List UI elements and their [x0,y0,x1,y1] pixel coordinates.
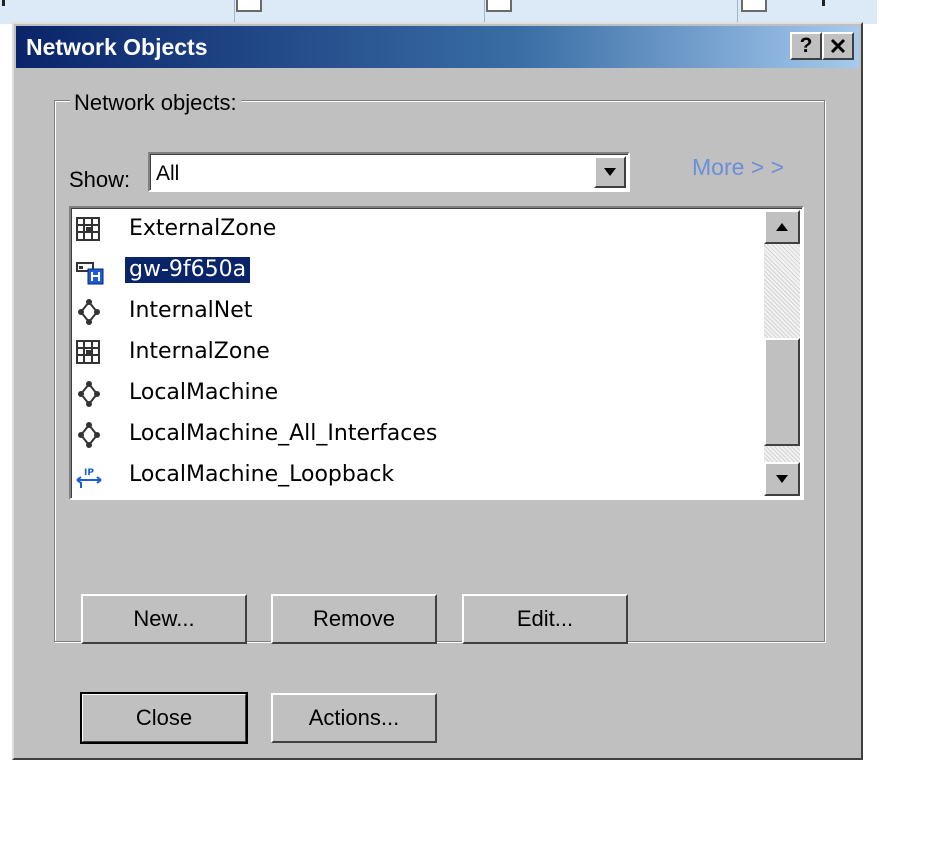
arrow-up-icon [776,223,788,231]
edit-button[interactable]: Edit... [462,594,628,644]
background-separator [234,0,235,22]
list-item-label: InternalNet [129,298,253,323]
chevron-down-icon [604,168,616,176]
background-window-strip [0,0,877,24]
window-title: Network Objects [26,34,208,60]
list-scrollbar[interactable] [764,210,800,496]
network-objects-list[interactable]: ExternalZone gw-9f650a InternalNet Inter… [69,206,804,500]
list-item[interactable]: IP LocalMachine_Loopback [73,458,763,494]
background-marker [2,0,5,6]
zone-icon [76,340,100,364]
dropdown-button[interactable] [594,156,626,188]
list-item-label: LocalMachine_All_Interfaces [129,421,438,446]
remove-button[interactable]: Remove [271,594,437,644]
background-checkbox [236,0,262,12]
background-separator [484,0,485,22]
list-item-label: LocalMachine [129,380,279,405]
more-link[interactable]: More > > [692,154,784,181]
list-item-label: gw-9f650a [125,257,251,283]
show-filter-label: Show: [69,167,131,192]
show-filter-value: All [156,162,180,185]
network-icon [78,299,100,325]
help-button[interactable]: ? [790,32,822,60]
close-button[interactable]: Close [80,692,248,744]
list-item[interactable]: InternalZone [73,335,763,371]
list-item[interactable]: ExternalZone [73,212,763,248]
list-item[interactable]: InternalNet [73,294,763,330]
scroll-down-button[interactable] [764,462,800,496]
background-checkbox [486,0,512,12]
list-item-label: InternalZone [129,339,270,364]
list-item-label: ExternalZone [129,216,277,241]
ip-loopback-icon: IP [76,468,102,488]
scrollbar-thumb[interactable] [764,338,800,446]
close-window-button[interactable] [822,32,854,60]
group-legend: Network objects: [70,90,241,116]
list-item[interactable]: gw-9f650a [73,253,763,289]
arrow-down-icon [776,475,788,483]
scroll-up-button[interactable] [764,210,800,244]
actions-button[interactable]: Actions... [271,693,437,743]
new-button[interactable]: New... [81,594,247,644]
svg-text:IP: IP [84,468,94,478]
list-item[interactable]: LocalMachine_All_Interfaces [73,417,763,453]
background-separator [737,0,738,22]
network-objects-dialog: Network Objects ? Network objects: Show:… [12,22,863,760]
zone-icon [76,217,100,241]
background-checkbox [741,0,767,12]
gateway-icon [76,262,104,285]
title-bar[interactable]: Network Objects ? [16,26,859,68]
network-icon [78,422,100,448]
list-item[interactable]: LocalMachine [73,376,763,412]
background-marker [822,0,825,6]
close-icon [830,38,846,54]
show-filter-dropdown[interactable]: All [148,152,630,192]
list-item-label: LocalMachine_Loopback [129,462,395,487]
network-icon [78,381,100,407]
